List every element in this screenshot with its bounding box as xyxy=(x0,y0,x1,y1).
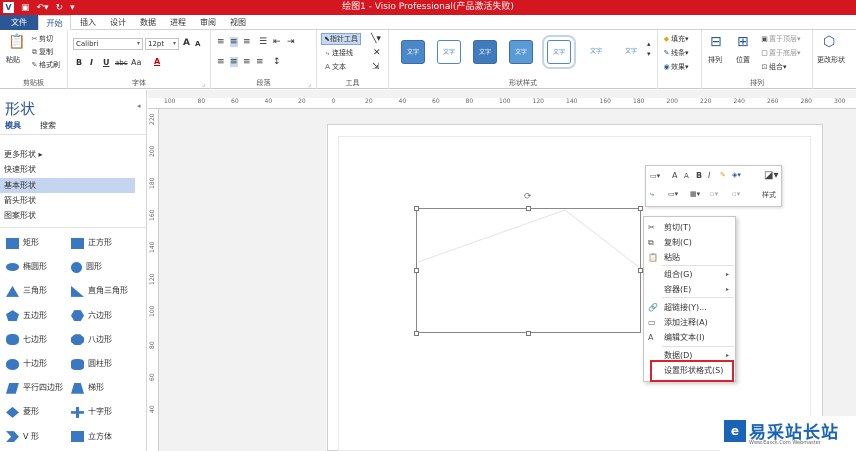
mini-shrink-font-button[interactable]: A xyxy=(684,172,689,180)
watermark-logo-icon: e xyxy=(724,420,746,442)
resize-handle[interactable] xyxy=(638,206,643,211)
mini-grow-font-button[interactable]: A xyxy=(672,171,677,180)
menu-separator xyxy=(662,265,734,266)
resize-handle[interactable] xyxy=(526,206,531,211)
context-menu-item[interactable]: A 编辑文本(I) xyxy=(644,330,735,345)
context-menu: ✂ 剪切(T) ⧉ 复制(C) 📋 粘贴组合(G) ▸ 容器(E) ▸ 🔗 超链接(Y)... ▭ 添加… xyxy=(643,216,736,382)
context-menu-item-label: 粘贴 xyxy=(664,253,680,262)
rotate-handle-icon[interactable]: ⟳ xyxy=(524,192,532,202)
context-menu-item[interactable]: 容器(E) ▸ xyxy=(644,282,735,297)
submenu-arrow-icon: ▸ xyxy=(725,286,729,293)
mini-style-icon[interactable]: ◪▾ xyxy=(764,170,778,181)
watermark: e 易采站长站 Www.Easck.Com Webmaster xyxy=(720,416,856,451)
watermark-subtext: Www.Easck.Com Webmaster xyxy=(749,440,821,446)
submenu-arrow-icon: ▸ xyxy=(725,271,729,278)
paste-icon: 📋 xyxy=(648,253,658,262)
context-menu-item[interactable]: ✂ 剪切(T) xyxy=(644,220,735,235)
context-menu-item[interactable]: 组合(G) ▸ xyxy=(644,267,735,282)
mini-connector-icon[interactable]: ⤷ xyxy=(650,190,654,199)
context-menu-item-label: 复制(C) xyxy=(664,238,692,247)
context-menu-item-label: 数据(D) xyxy=(664,351,693,360)
comment-icon: ▭ xyxy=(648,318,656,327)
context-menu-item[interactable]: 🔗 超链接(Y)... xyxy=(644,300,735,315)
context-menu-item-label: 超链接(Y)... xyxy=(664,303,707,312)
text-icon: A xyxy=(648,333,654,342)
hyperlink-icon: 🔗 xyxy=(648,303,658,312)
context-menu-item[interactable]: ▭ 添加注释(A) xyxy=(644,315,735,330)
copy-icon: ⧉ xyxy=(648,238,654,247)
resize-handle[interactable] xyxy=(414,268,419,273)
mini-order-icon[interactable]: ▫▾ xyxy=(732,190,740,198)
context-menu-item-label: 组合(G) xyxy=(664,270,693,279)
context-menu-item-label: 剪切(T) xyxy=(664,223,692,232)
mini-format-painter-icon[interactable]: ✎ xyxy=(720,171,726,179)
resize-handle[interactable] xyxy=(414,331,419,336)
context-menu-item-label: 添加注释(A) xyxy=(664,318,708,327)
mini-group-icon[interactable]: ▫▾ xyxy=(710,190,718,198)
context-menu-item-label: 容器(E) xyxy=(664,285,692,294)
selected-rectangle-shape[interactable] xyxy=(416,208,641,333)
resize-handle[interactable] xyxy=(414,206,419,211)
mini-italic-button[interactable]: I xyxy=(708,171,710,180)
context-menu-item[interactable]: ⧉ 复制(C) xyxy=(644,235,735,250)
mini-font-icon[interactable]: ▭▾ xyxy=(650,172,660,180)
mini-align-icon[interactable]: ▭▾ xyxy=(668,190,678,198)
mini-fill-icon[interactable]: ◈▾ xyxy=(732,171,741,179)
menu-separator xyxy=(662,346,734,347)
scissors-icon: ✂ xyxy=(648,223,655,232)
resize-handle[interactable] xyxy=(526,331,531,336)
context-menu-item[interactable]: 📋 粘贴 xyxy=(644,250,735,265)
highlight-annotation-box xyxy=(650,360,734,382)
mini-toolbar: ▭▾ A A B I ✎ ◈▾ ⤷ ▭▾ ▦▾ ▫▾ ▫▾ ◪▾ 样式 xyxy=(645,165,782,207)
mini-bold-button[interactable]: B xyxy=(696,171,702,180)
context-menu-item-label: 编辑文本(I) xyxy=(664,333,705,342)
mini-style-label[interactable]: 样式 xyxy=(762,190,776,200)
menu-separator xyxy=(662,297,734,298)
mini-position-icon[interactable]: ▦▾ xyxy=(690,190,700,198)
